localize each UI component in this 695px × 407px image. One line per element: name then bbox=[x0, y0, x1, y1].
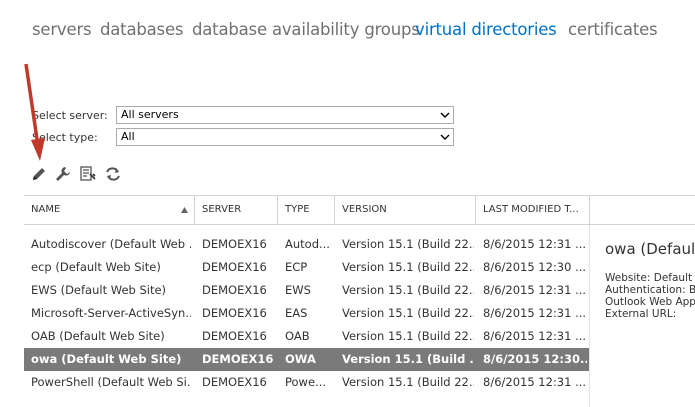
select-type-value: All bbox=[121, 130, 135, 143]
wrench-icon[interactable] bbox=[54, 165, 72, 183]
table-row[interactable]: ecp (Default Web Site) DEMOEX16 ECP Vers… bbox=[24, 256, 589, 279]
detail-pane: owa (Defaul Website: Default Authenticat… bbox=[605, 240, 695, 320]
cell-last-modified: 8/6/2015 12:31 ... bbox=[483, 375, 587, 389]
cell-last-modified: 8/6/2015 12:30 ... bbox=[483, 260, 587, 274]
table-row[interactable]: Microsoft-Server-ActiveSyn... DEMOEX16 E… bbox=[24, 302, 589, 325]
cell-version: Version 15.1 (Build 22... bbox=[342, 306, 474, 320]
cell-version: Version 15.1 (Build 22... bbox=[342, 237, 474, 251]
cell-last-modified: 8/6/2015 12:31 ... bbox=[483, 306, 587, 320]
table-header: NAME SERVER TYPE VERSION LAST MODIFIED T… bbox=[24, 195, 695, 225]
sort-ascending-icon bbox=[181, 207, 188, 213]
cell-last-modified: 8/6/2015 12:30... bbox=[483, 352, 587, 366]
select-server-value: All servers bbox=[121, 108, 179, 121]
cell-type: ECP bbox=[285, 260, 308, 274]
cell-server: DEMOEX16 bbox=[202, 306, 267, 320]
cell-name: ecp (Default Web Site) bbox=[31, 260, 161, 274]
detail-title: owa (Defaul bbox=[605, 240, 695, 258]
table-row[interactable]: Autodiscover (Default Web ... DEMOEX16 A… bbox=[24, 233, 589, 256]
cell-type: OAB bbox=[285, 329, 310, 343]
tab-certificates[interactable]: certificates bbox=[568, 20, 658, 39]
chevron-down-icon bbox=[440, 134, 450, 140]
refresh-icon[interactable] bbox=[104, 165, 122, 183]
cell-server: DEMOEX16 bbox=[202, 375, 267, 389]
column-header-name[interactable]: NAME bbox=[24, 196, 195, 224]
column-header-version[interactable]: VERSION bbox=[335, 196, 476, 224]
cell-version: Version 15.1 (Build 22... bbox=[342, 283, 474, 297]
cell-name: EWS (Default Web Site) bbox=[31, 283, 167, 297]
cell-last-modified: 8/6/2015 12:31 ... bbox=[483, 237, 587, 251]
cell-name: PowerShell (Default Web Si... bbox=[31, 375, 191, 389]
cell-name: owa (Default Web Site) bbox=[31, 352, 182, 366]
cell-name: Autodiscover (Default Web ... bbox=[31, 237, 191, 251]
cell-server: DEMOEX16 bbox=[202, 329, 267, 343]
select-server-dropdown[interactable]: All servers bbox=[116, 106, 454, 124]
cell-type: EAS bbox=[285, 306, 308, 320]
detail-outlook-web-app: Outlook Web App bbox=[605, 296, 695, 308]
cell-name: Microsoft-Server-ActiveSyn... bbox=[31, 306, 191, 320]
column-header-server[interactable]: SERVER bbox=[195, 196, 278, 224]
cell-type: Autod... bbox=[285, 237, 330, 251]
pencil-icon[interactable] bbox=[30, 165, 48, 183]
detail-authentication: Authentication: B bbox=[605, 284, 695, 296]
select-type-dropdown[interactable]: All bbox=[116, 128, 454, 146]
tab-databases[interactable]: databases bbox=[100, 20, 183, 39]
tab-virtual-directories[interactable]: virtual directories bbox=[415, 20, 557, 39]
cell-version: Version 15.1 (Build 22... bbox=[342, 260, 474, 274]
cell-last-modified: 8/6/2015 12:31 ... bbox=[483, 283, 587, 297]
cell-server: DEMOEX16 bbox=[202, 352, 274, 366]
cell-server: DEMOEX16 bbox=[202, 260, 267, 274]
cell-type: EWS bbox=[285, 283, 311, 297]
tab-database-availability-groups[interactable]: database availability groups bbox=[192, 20, 420, 39]
column-header-last-modified[interactable]: LAST MODIFIED T... bbox=[476, 196, 590, 224]
reset-icon[interactable] bbox=[79, 165, 97, 183]
cell-type: OWA bbox=[285, 352, 316, 366]
table-row[interactable]: EWS (Default Web Site) DEMOEX16 EWS Vers… bbox=[24, 279, 589, 302]
cell-server: DEMOEX16 bbox=[202, 237, 267, 251]
cell-name: OAB (Default Web Site) bbox=[31, 329, 165, 343]
table-row[interactable]: OAB (Default Web Site) DEMOEX16 OAB Vers… bbox=[24, 325, 589, 348]
cell-version: Version 15.1 (Build 22... bbox=[342, 375, 474, 389]
cell-last-modified: 8/6/2015 12:31 ... bbox=[483, 329, 587, 343]
chevron-down-icon bbox=[440, 112, 450, 118]
column-header-type[interactable]: TYPE bbox=[278, 196, 335, 224]
table-row[interactable]: PowerShell (Default Web Si... DEMOEX16 P… bbox=[24, 371, 589, 394]
cell-server: DEMOEX16 bbox=[202, 283, 267, 297]
table-row-selected[interactable]: owa (Default Web Site) DEMOEX16 OWA Vers… bbox=[24, 348, 589, 371]
detail-website: Website: Default bbox=[605, 272, 693, 284]
cell-type: Powe... bbox=[285, 375, 327, 389]
select-server-label: Select server: bbox=[32, 109, 108, 122]
cell-version: Version 15.1 (Build 22... bbox=[342, 329, 474, 343]
cell-version: Version 15.1 (Build ... bbox=[342, 352, 474, 366]
detail-pane-divider bbox=[589, 225, 590, 407]
tab-servers[interactable]: servers bbox=[32, 20, 92, 39]
detail-external-url: External URL: bbox=[605, 308, 677, 320]
select-type-label: Select type: bbox=[32, 131, 98, 144]
